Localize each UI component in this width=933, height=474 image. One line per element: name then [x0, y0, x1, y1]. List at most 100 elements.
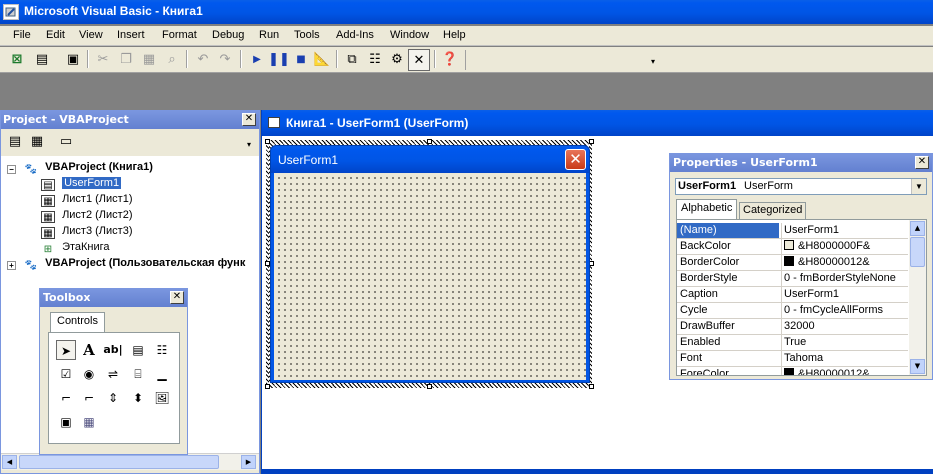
- refedit-tool-icon[interactable]: ▣: [56, 412, 76, 432]
- pointer-tool-icon[interactable]: ➤: [56, 340, 76, 360]
- tree-item-sheet2[interactable]: ▦ Лист2 (Лист2): [41, 207, 132, 223]
- frame-tool-icon[interactable]: ⌸: [128, 364, 148, 384]
- menu-edit[interactable]: Edit: [46, 26, 65, 44]
- toolbox-tab-controls[interactable]: Controls: [50, 312, 105, 332]
- userform[interactable]: UserForm1 ✕: [270, 145, 590, 383]
- design-mode-icon[interactable]: 📐: [311, 49, 333, 71]
- menu-insert[interactable]: Insert: [117, 26, 145, 44]
- combobox-tool-icon[interactable]: ▤: [128, 340, 148, 360]
- view-code-icon[interactable]: ▤: [4, 131, 26, 153]
- prop-row-name[interactable]: (Name) UserForm1: [677, 223, 908, 239]
- togglebutton-tool-icon[interactable]: ⇌: [103, 364, 123, 384]
- tree-item-thisworkbook[interactable]: ⊞ ЭтаКнига: [41, 239, 110, 255]
- resize-handle-bm[interactable]: [427, 384, 432, 389]
- prop-row-caption[interactable]: Caption UserForm1: [677, 287, 908, 303]
- help-icon[interactable]: ❓: [439, 49, 461, 71]
- menu-tools[interactable]: Tools: [294, 26, 320, 44]
- toolbox-title: Toolbox: [43, 291, 91, 304]
- properties-titlebar: Properties - UserForm1 ✕: [670, 154, 932, 172]
- copy-icon[interactable]: ❐: [115, 49, 137, 71]
- paste-icon[interactable]: ▦: [138, 49, 160, 71]
- optionbutton-tool-icon[interactable]: ◉: [79, 364, 99, 384]
- view-object-icon[interactable]: ▦: [26, 131, 48, 153]
- textbox-tool-icon[interactable]: ab|: [103, 340, 123, 360]
- cut-icon[interactable]: ✂: [92, 49, 114, 71]
- toolbox-close-icon[interactable]: ✕: [170, 291, 184, 304]
- menu-file[interactable]: File: [13, 26, 31, 44]
- tree-item-sheet1[interactable]: ▦ Лист1 (Лист1): [41, 191, 132, 207]
- commandbutton-tool-icon[interactable]: ▁: [152, 364, 172, 384]
- find-icon[interactable]: ⌕: [161, 49, 183, 71]
- resize-handle-br[interactable]: [589, 384, 594, 389]
- menu-debug[interactable]: Debug: [212, 26, 244, 44]
- run-icon[interactable]: ▶: [246, 49, 268, 71]
- scroll-right-icon[interactable]: ▶: [241, 455, 256, 469]
- properties-close-icon[interactable]: ✕: [915, 156, 929, 169]
- prop-row-enabled[interactable]: Enabled True: [677, 335, 908, 351]
- prop-row-backcolor[interactable]: BackColor &H8000000F&: [677, 239, 908, 255]
- resize-handle-tm[interactable]: [427, 139, 432, 144]
- userform-titlebar: UserForm1 ✕: [271, 146, 589, 173]
- insert-userform-icon[interactable]: ▤: [31, 49, 53, 71]
- prop-row-borderstyle[interactable]: BorderStyle 0 - fmBorderStyleNone: [677, 271, 908, 287]
- prop-row-drawbuffer[interactable]: DrawBuffer 32000: [677, 319, 908, 335]
- image-tool-icon[interactable]: 🖼: [152, 388, 172, 408]
- reset-icon[interactable]: ■: [290, 49, 312, 71]
- tree-item-vbaproject-kniga1[interactable]: − 🐾 VBAProject (Книга1): [7, 159, 153, 175]
- project-hscrollbar[interactable]: ◀ ▶: [1, 453, 259, 470]
- object-browser-icon[interactable]: ⚙: [386, 49, 408, 71]
- scroll-down-icon[interactable]: ▼: [910, 359, 925, 374]
- tree-item-sheet3[interactable]: ▦ Лист3 (Лист3): [41, 223, 132, 239]
- menu-help[interactable]: Help: [443, 26, 466, 44]
- tree-item-userform1[interactable]: ▤ UserForm1: [41, 175, 122, 191]
- redo-icon[interactable]: ↷: [214, 49, 236, 71]
- undo-icon[interactable]: ↶: [192, 49, 214, 71]
- view-excel-icon[interactable]: ⊠: [6, 49, 28, 71]
- toolbar-options-icon[interactable]: ▾: [651, 57, 655, 66]
- userform-close-icon[interactable]: ✕: [565, 149, 586, 170]
- tabstrip-tool-icon[interactable]: ⌐: [56, 388, 76, 408]
- listbox-tool-icon[interactable]: ☷: [152, 340, 172, 360]
- menu-bar: File Edit View Insert Format Debug Run T…: [0, 26, 933, 46]
- multipage-tool-icon[interactable]: ⌐: [79, 388, 99, 408]
- resize-handle-tl[interactable]: [265, 139, 270, 144]
- menu-view[interactable]: View: [79, 26, 103, 44]
- more-controls-icon[interactable]: ▦: [79, 412, 99, 432]
- prop-row-forecolor[interactable]: ForeColor &H80000012&: [677, 367, 908, 375]
- label-tool-icon[interactable]: A: [79, 340, 99, 360]
- project-toolbar-options-icon[interactable]: ▾: [247, 140, 251, 149]
- expand-icon[interactable]: +: [7, 261, 16, 270]
- scroll-up-icon[interactable]: ▲: [910, 221, 925, 236]
- menu-window[interactable]: Window: [390, 26, 429, 44]
- scrollbar-tool-icon[interactable]: ⇕: [103, 388, 123, 408]
- properties-window-icon[interactable]: ☷: [364, 49, 386, 71]
- collapse-icon[interactable]: −: [7, 165, 16, 174]
- toggle-folders-icon[interactable]: ▭: [55, 131, 77, 153]
- resize-handle-tr[interactable]: [589, 139, 594, 144]
- properties-vscrollbar[interactable]: ▲ ▼: [909, 220, 926, 375]
- tree-item-vbaproject-custom[interactable]: + 🐾 VBAProject (Пользовательская функ: [7, 255, 245, 271]
- menu-format[interactable]: Format: [162, 26, 197, 44]
- object-selector[interactable]: UserForm1 UserForm ▼: [675, 178, 927, 195]
- project-close-icon[interactable]: ✕: [242, 113, 256, 126]
- project-explorer-icon[interactable]: ⧉: [341, 49, 363, 71]
- prop-row-font[interactable]: Font Tahoma: [677, 351, 908, 367]
- resize-handle-bl[interactable]: [265, 384, 270, 389]
- scroll-thumb[interactable]: [910, 237, 925, 267]
- tab-alphabetic[interactable]: Alphabetic: [676, 199, 738, 219]
- object-selector-dropdown-icon[interactable]: ▼: [911, 179, 926, 194]
- menu-add-ins[interactable]: Add-Ins: [336, 26, 374, 44]
- userform-client[interactable]: [274, 173, 586, 380]
- scroll-left-icon[interactable]: ◀: [2, 455, 17, 469]
- designer-titlebar: Книга1 - UserForm1 (UserForm): [262, 110, 933, 136]
- menu-run[interactable]: Run: [259, 26, 279, 44]
- tab-categorized[interactable]: Categorized: [739, 202, 807, 219]
- toolbox-icon[interactable]: ✕: [408, 49, 430, 71]
- save-icon[interactable]: ▣: [62, 49, 84, 71]
- scroll-thumb[interactable]: [19, 455, 219, 469]
- prop-row-cycle[interactable]: Cycle 0 - fmCycleAllForms: [677, 303, 908, 319]
- break-icon[interactable]: ❚❚: [268, 49, 290, 71]
- prop-row-bordercolor[interactable]: BorderColor &H80000012&: [677, 255, 908, 271]
- checkbox-tool-icon[interactable]: ☑: [56, 364, 76, 384]
- spinbutton-tool-icon[interactable]: ⬍: [128, 388, 148, 408]
